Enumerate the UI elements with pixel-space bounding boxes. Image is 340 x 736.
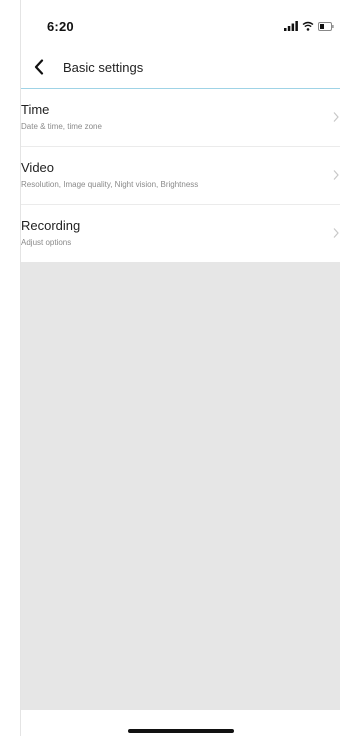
- settings-row-time[interactable]: Time Date & time, time zone: [21, 89, 340, 147]
- row-subtitle: Adjust options: [21, 238, 72, 247]
- row-subtitle: Resolution, Image quality, Night vision,…: [21, 180, 199, 189]
- navigation-bar: Basic settings: [21, 48, 340, 89]
- back-button[interactable]: [27, 54, 51, 80]
- row-title: Recording: [21, 218, 81, 233]
- wifi-icon: [302, 21, 314, 31]
- signal-icon: [284, 21, 298, 31]
- status-icons: [284, 20, 334, 32]
- settings-row-recording[interactable]: Recording Adjust options: [21, 205, 340, 262]
- status-time: 6:20: [47, 19, 74, 34]
- chevron-right-icon: [333, 112, 339, 122]
- page-title: Basic settings: [63, 60, 144, 75]
- chevron-left-icon: [34, 59, 44, 75]
- chevron-right-icon: [333, 228, 339, 238]
- battery-icon: [318, 21, 334, 31]
- home-bar-area: [21, 710, 340, 736]
- row-title: Video: [21, 160, 55, 175]
- screen: 6:20 Basic settings Time Date & time, ti…: [0, 0, 340, 736]
- home-indicator[interactable]: [128, 729, 234, 733]
- chevron-right-icon: [333, 170, 339, 180]
- settings-row-video[interactable]: Video Resolution, Image quality, Night v…: [21, 147, 340, 205]
- row-subtitle: Date & time, time zone: [21, 122, 102, 131]
- settings-list: Time Date & time, time zone Video Resolu…: [21, 89, 340, 262]
- empty-content-area: [21, 262, 340, 710]
- row-title: Time: [21, 102, 50, 117]
- status-bar: 6:20: [21, 0, 340, 44]
